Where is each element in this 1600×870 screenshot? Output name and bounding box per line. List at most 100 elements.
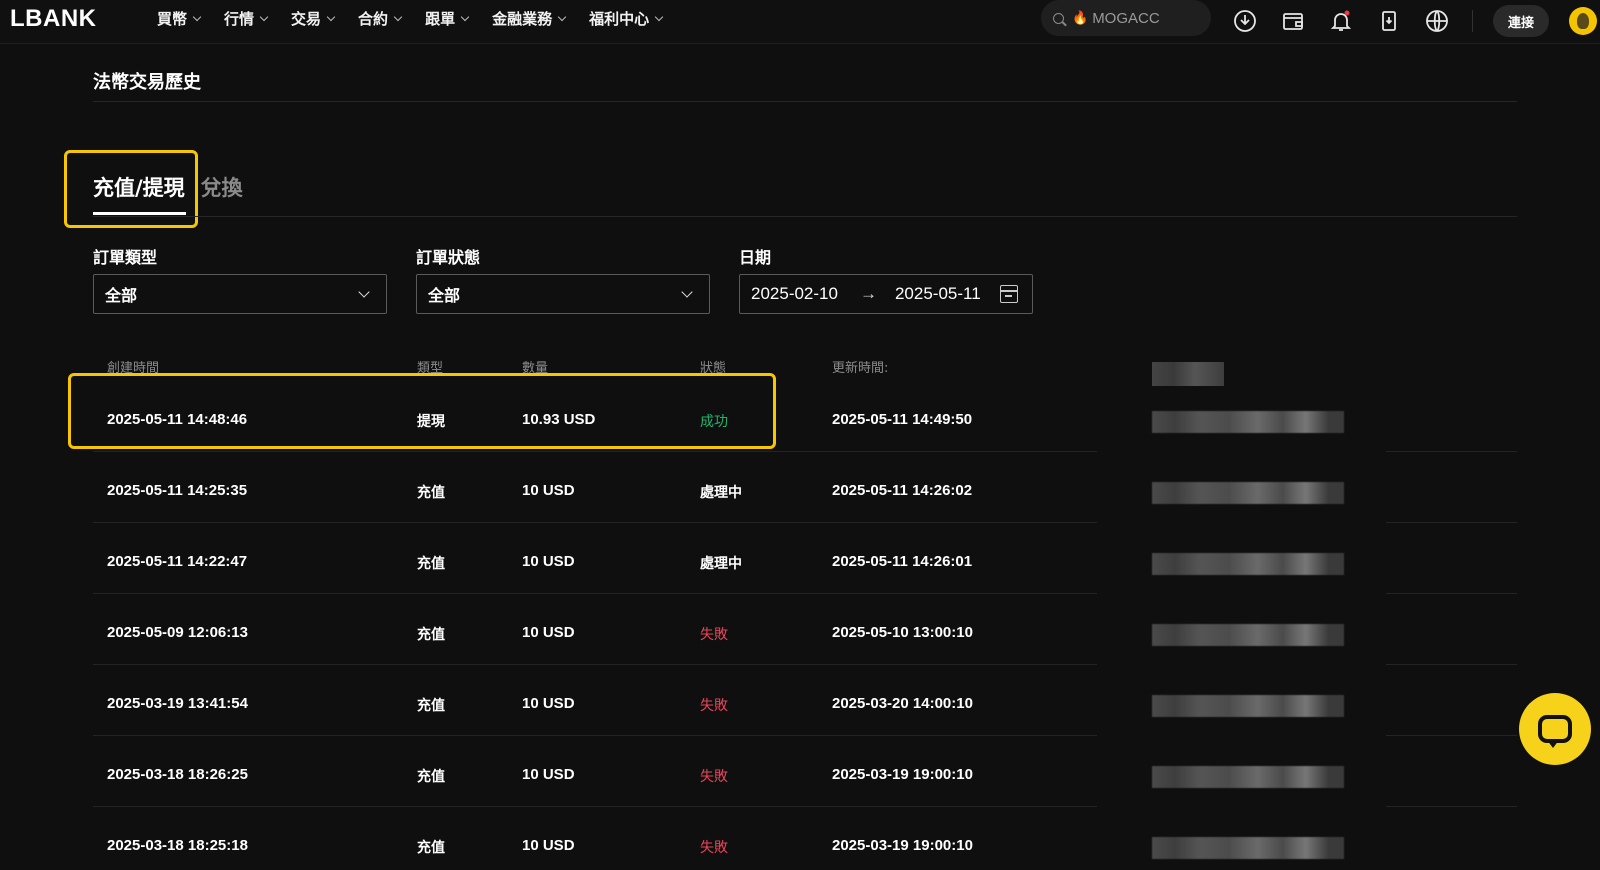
cell-amount: 10 USD [522,766,575,783]
cell-updated-time: 2025-05-11 14:26:02 [832,482,973,499]
chevron-down-icon [259,12,269,21]
table-row: 2025-05-11 14:25:35 充值 10 USD 處理中 2025-05-11… [93,452,1097,523]
divider [93,101,1517,102]
cell-status: 失敗 [700,769,728,785]
main-nav: 買幣 行情 交易 合約 跟單 金融業務 福利中心 [157,0,686,36]
chevron-down-icon [393,12,403,21]
chevron-down-icon [681,286,693,298]
search-input[interactable]: 🔥 MOGACC [1041,0,1211,36]
date-range-picker[interactable]: 2025-02-10 → 2025-05-11 [739,274,1033,314]
row-highlight-box [68,373,776,449]
calendar-icon[interactable] [1000,285,1018,303]
top-navigation-bar: LBANK 買幣 行情 交易 合約 跟單 金融業務 福利中心 🔥 MOGACC … [0,0,1600,44]
cell-updated-time: 2025-03-20 14:00:10 [832,695,973,712]
lbank-logo[interactable]: LBANK [10,5,97,33]
table-row-extension [1386,594,1517,665]
cell-updated-time: 2025-03-19 19:00:10 [832,837,973,854]
cell-amount: 10 USD [522,553,575,570]
chevron-down-icon [460,12,470,21]
redacted-cell [1152,553,1344,575]
date-label: 日期 [739,248,772,267]
table-row: 2025-03-18 18:25:18 充值 10 USD 失敗 2025-03-19 … [93,807,1097,870]
cell-status: 處理中 [700,556,742,572]
header-actions: 連接 [1232,5,1597,37]
cell-updated-time: 2025-03-19 19:00:10 [832,766,973,783]
chevron-down-icon [557,12,567,21]
avatar[interactable] [1569,7,1597,35]
redacted-cell [1152,766,1344,788]
order-type-value: 全部 [105,286,138,305]
arrow-right-icon: → [859,284,877,303]
support-chat-button[interactable] [1519,693,1591,765]
cell-amount: 10 USD [522,837,575,854]
cell-created-time: 2025-05-09 12:06:13 [107,624,248,641]
redacted-cell [1152,624,1344,646]
table-row-extension [1386,736,1517,807]
search-icon [1053,12,1064,24]
cell-amount: 10 USD [522,624,575,641]
order-type-select[interactable]: 全部 [93,274,387,314]
nav-item-trade[interactable]: 交易 [291,8,336,29]
table-row: 2025-05-11 14:22:47 充值 10 USD 處理中 2025-05-11… [93,523,1097,594]
mobile-download-icon[interactable] [1376,8,1402,34]
redacted-cell [1152,411,1344,433]
chevron-down-icon [654,12,664,21]
nav-item-rewards-center[interactable]: 福利中心 [589,8,664,29]
order-type-label: 訂單類型 [93,248,158,267]
table-row: 2025-03-18 18:26:25 充值 10 USD 失敗 2025-03-19 … [93,736,1097,807]
date-start[interactable]: 2025-02-10 [751,284,838,304]
cell-updated-time: 2025-05-11 14:49:50 [832,411,973,428]
order-status-label: 訂單狀態 [416,248,481,267]
fire-icon: 🔥 [1072,10,1089,26]
chat-icon [1538,715,1572,748]
cell-amount: 10 USD [522,482,575,499]
table-row-extension [1386,665,1517,736]
cell-amount: 10 USD [522,695,575,712]
cell-type: 充值 [417,698,445,714]
cell-status: 失敗 [700,840,728,856]
nav-item-markets[interactable]: 行情 [224,8,269,29]
chevron-down-icon [358,286,370,298]
table-row-extension [1386,807,1517,870]
column-header-updated: 更新時間: [832,361,889,376]
order-status-select[interactable]: 全部 [416,274,710,314]
cell-status: 處理中 [700,485,742,501]
cell-created-time: 2025-03-19 13:41:54 [107,695,248,712]
nav-item-futures[interactable]: 合約 [358,8,403,29]
tab-exchange[interactable]: 兌換 [201,172,243,202]
search-placeholder: MOGACC [1092,9,1160,27]
table-row: 2025-03-19 13:41:54 充值 10 USD 失敗 2025-03-20 … [93,665,1097,736]
cell-updated-time: 2025-05-11 14:26:01 [832,553,973,570]
redacted-cell [1152,837,1344,859]
cell-created-time: 2025-05-11 14:22:47 [107,553,248,570]
cell-type: 充值 [417,485,445,501]
cell-created-time: 2025-05-11 14:25:35 [107,482,248,499]
chevron-down-icon [192,12,202,21]
bell-icon[interactable] [1328,8,1354,34]
cell-type: 充值 [417,627,445,643]
redacted-cell [1152,482,1344,504]
connect-button[interactable]: 連接 [1493,5,1549,37]
nav-item-buy-crypto[interactable]: 買幣 [157,8,202,29]
page-title: 法幣交易歷史 [93,72,201,93]
nav-item-copy-trading[interactable]: 跟單 [425,8,470,29]
table-row-extension [1386,523,1517,594]
cell-updated-time: 2025-05-10 13:00:10 [832,624,973,641]
cell-type: 充值 [417,556,445,572]
wallet-icon[interactable] [1280,8,1306,34]
cell-type: 充值 [417,840,445,856]
cell-status: 失敗 [700,698,728,714]
cell-type: 充值 [417,769,445,785]
date-end[interactable]: 2025-05-11 [895,284,981,304]
cell-created-time: 2025-03-18 18:26:25 [107,766,248,783]
globe-icon[interactable] [1424,8,1450,34]
order-status-value: 全部 [428,286,461,305]
download-icon[interactable] [1232,8,1258,34]
nav-item-finance[interactable]: 金融業務 [492,8,567,29]
header-divider [1472,10,1473,32]
chevron-down-icon [326,12,336,21]
redacted-cell [1152,695,1344,717]
cell-created-time: 2025-03-18 18:25:18 [107,837,248,854]
table-row-extension [1386,381,1517,452]
table-row: 2025-05-09 12:06:13 充值 10 USD 失敗 2025-05-10 … [93,594,1097,665]
